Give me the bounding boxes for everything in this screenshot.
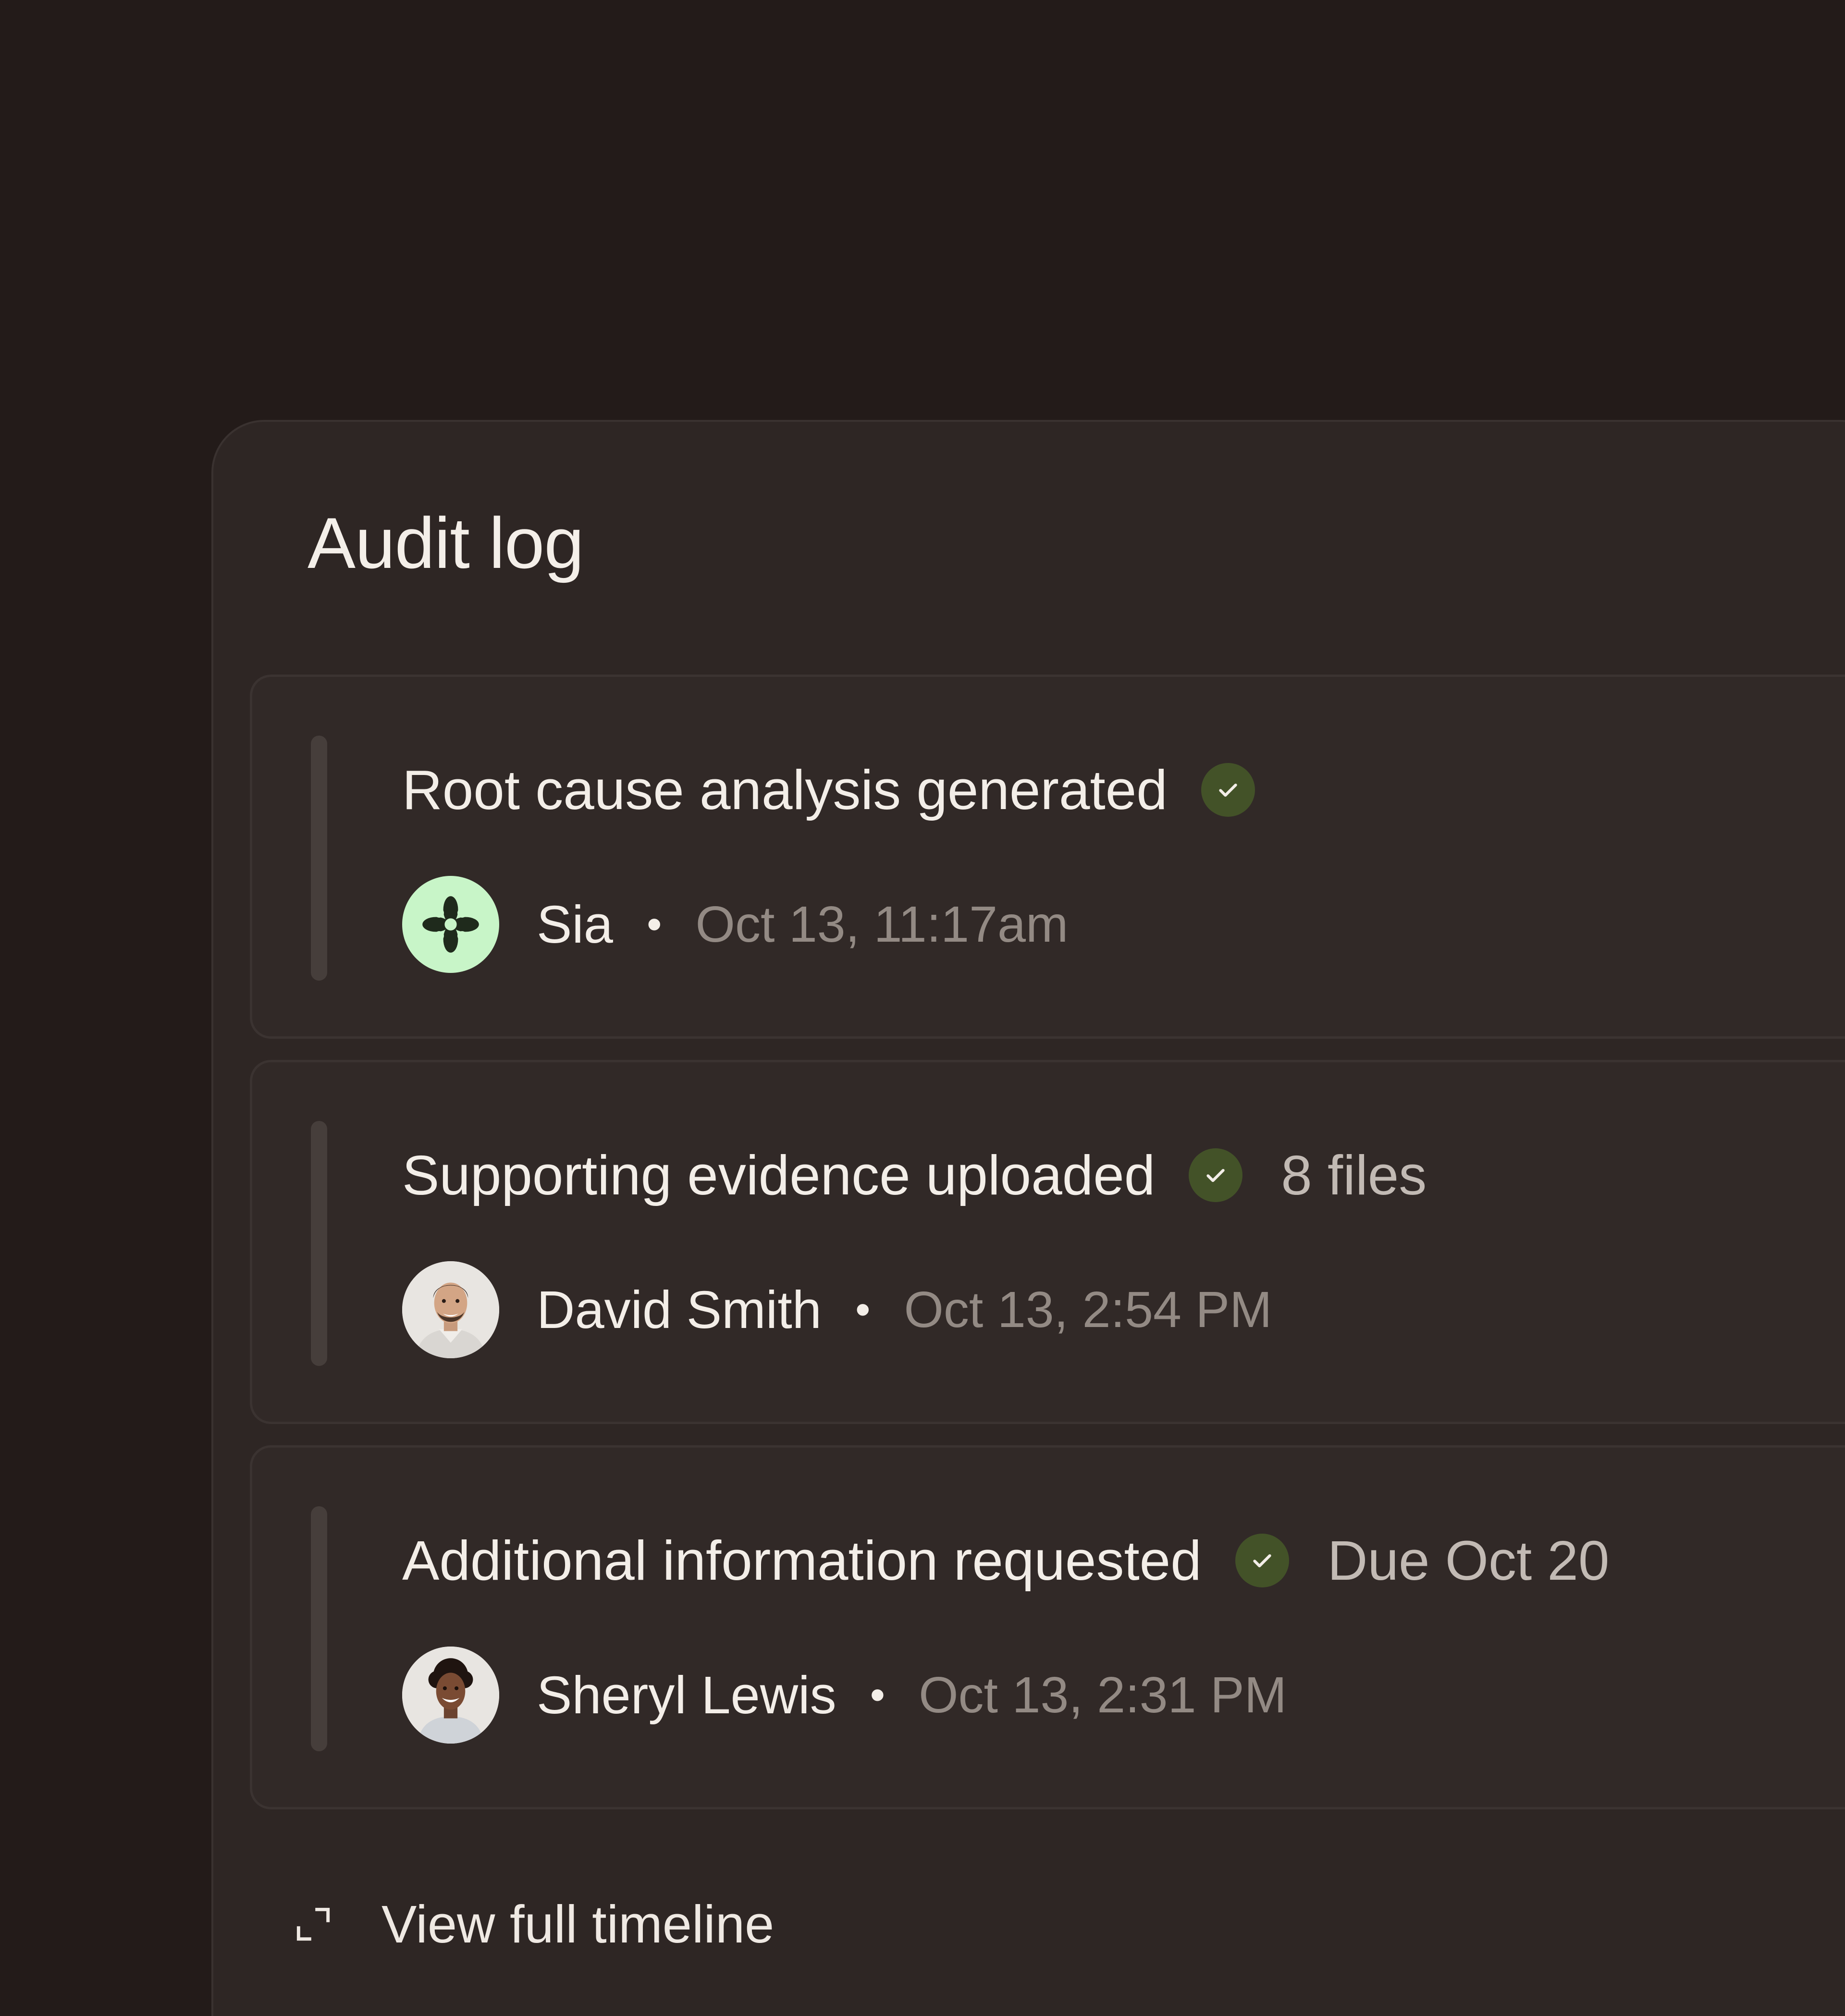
actor-name[interactable]: David Smith <box>537 1279 822 1340</box>
entry-timeline-bar <box>311 736 327 981</box>
entry-meta-row: David Smith • Oct 13, 2:54 PM <box>402 1260 1272 1359</box>
entry-title-row: Supporting evidence uploaded 8 files <box>402 1139 1427 1211</box>
entry-meta-row: Sheryl Lewis • Oct 13, 2:31 PM <box>402 1646 1287 1745</box>
audit-entry[interactable]: Root cause analysis generated Sia • Oct … <box>250 675 1845 1039</box>
audit-entry[interactable]: Additional information requested Due Oct… <box>250 1445 1845 1809</box>
entry-title-row: Root cause analysis generated <box>402 754 1255 826</box>
entry-title: Supporting evidence uploaded <box>402 1144 1156 1206</box>
page: Audit log Root cause analysis generated <box>0 0 1845 2016</box>
entry-title: Additional information requested <box>402 1529 1202 1592</box>
actor-name[interactable]: Sia <box>537 894 613 955</box>
entry-timestamp: Oct 13, 2:54 PM <box>904 1281 1272 1338</box>
separator-dot: • <box>646 900 662 948</box>
entry-timeline-bar <box>311 1506 327 1751</box>
entry-timestamp: Oct 13, 2:31 PM <box>919 1666 1287 1723</box>
view-full-timeline-label: View full timeline <box>381 1894 775 1954</box>
entry-timeline-bar <box>311 1121 327 1366</box>
separator-dot: • <box>870 1671 886 1719</box>
view-full-timeline-link[interactable]: View full timeline <box>291 1893 774 1955</box>
user-photo-avatar <box>402 1647 499 1744</box>
panel-title: Audit log <box>308 503 584 583</box>
entry-meta-row: Sia • Oct 13, 11:17am <box>402 875 1068 974</box>
entry-title: Root cause analysis generated <box>402 759 1168 821</box>
entry-file-count[interactable]: 8 files <box>1281 1139 1427 1211</box>
audit-entry[interactable]: Supporting evidence uploaded 8 files Dav… <box>250 1060 1845 1424</box>
separator-dot: • <box>855 1285 871 1334</box>
user-photo-avatar <box>402 1261 499 1358</box>
entry-timestamp: Oct 13, 11:17am <box>695 896 1069 953</box>
sia-logo-avatar <box>402 876 499 973</box>
check-circle-icon <box>1189 1148 1243 1202</box>
expand-icon <box>291 1902 335 1946</box>
entry-title-row: Additional information requested Due Oct… <box>402 1524 1609 1597</box>
entry-due-date: Due Oct 20 <box>1327 1529 1610 1592</box>
check-circle-icon <box>1235 1534 1289 1587</box>
actor-name[interactable]: Sheryl Lewis <box>537 1665 836 1726</box>
check-circle-icon <box>1201 763 1255 817</box>
